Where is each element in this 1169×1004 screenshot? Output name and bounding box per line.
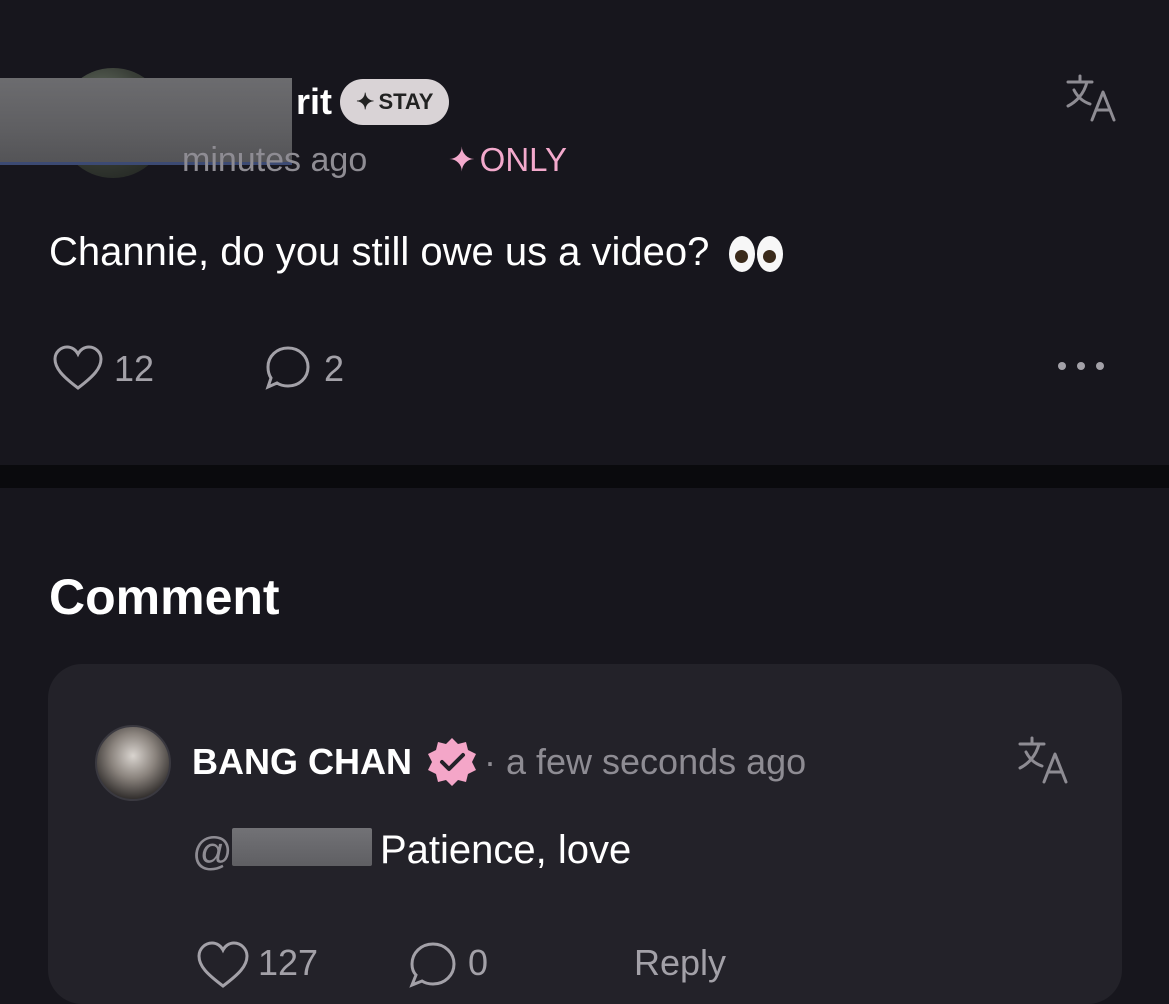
- stay-badge: ✦ STAY: [340, 79, 450, 125]
- comment-count: 2: [324, 348, 345, 389]
- translate-icon[interactable]: [1018, 735, 1070, 787]
- heart-icon[interactable]: [52, 344, 104, 392]
- comment-author-name[interactable]: BANG CHAN: [192, 740, 412, 784]
- like-count: 12: [114, 348, 155, 389]
- post-timestamp: minutes ago: [182, 141, 368, 179]
- eyes-emoji: [728, 236, 783, 273]
- only-badge: ✦ ONLY: [448, 138, 567, 182]
- heart-icon[interactable]: [196, 940, 250, 990]
- comment-timestamp: · a few seconds ago: [484, 741, 807, 782]
- mention-prefix[interactable]: @: [192, 828, 233, 876]
- comment-bubble-icon[interactable]: [408, 940, 458, 990]
- comment-bubble-icon[interactable]: [264, 344, 312, 392]
- post-author-name[interactable]: rit: [296, 80, 332, 124]
- stay-badge-label: STAY: [378, 89, 434, 114]
- more-options-icon[interactable]: [1058, 362, 1104, 370]
- redacted-mention: [232, 828, 372, 866]
- sparkle-icon: ✦: [448, 141, 476, 178]
- translate-icon[interactable]: [1066, 74, 1118, 124]
- section-divider: [0, 465, 1169, 488]
- comment-author-avatar[interactable]: [95, 725, 171, 801]
- verified-badge-icon: [428, 738, 476, 786]
- post-text: Channie, do you still owe us a video?: [49, 230, 710, 274]
- post-body: Channie, do you still owe us a video?: [49, 226, 783, 278]
- only-badge-label: ONLY: [479, 141, 568, 178]
- comments-heading: Comment: [49, 569, 280, 625]
- comment-text: Patience, love: [380, 828, 632, 872]
- sparkle-icon: ✦: [356, 89, 375, 114]
